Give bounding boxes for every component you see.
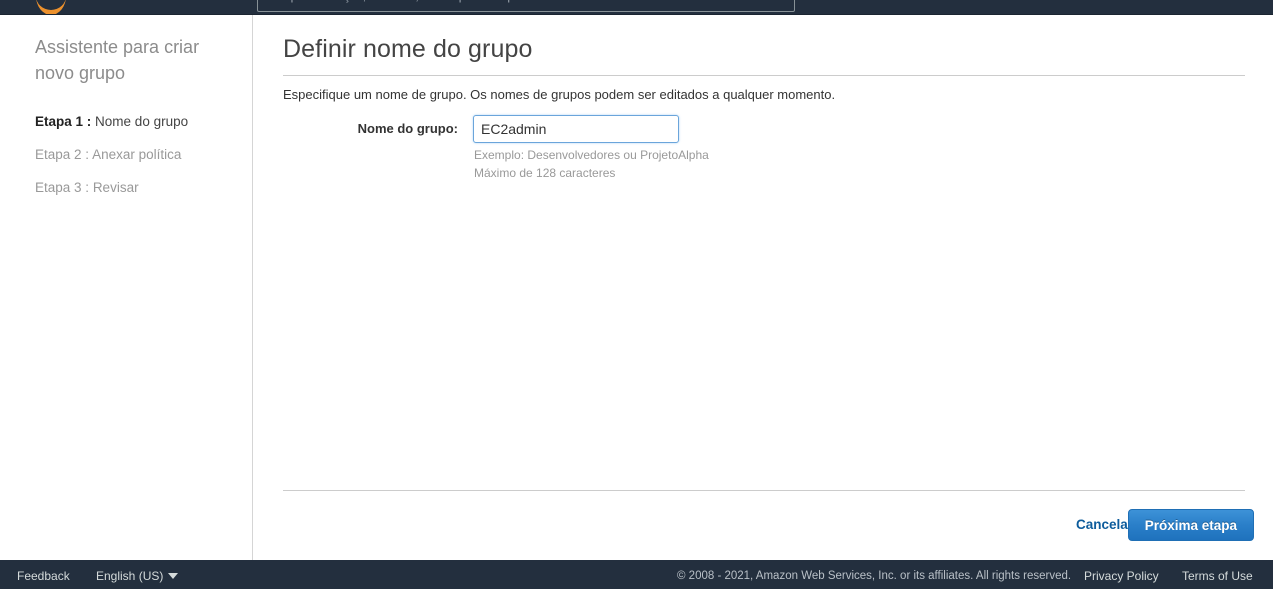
language-selector[interactable]: English (US): [96, 569, 179, 583]
next-step-button[interactable]: Próxima etapa: [1127, 509, 1254, 541]
terms-of-use-link[interactable]: Terms of Use: [1182, 569, 1253, 583]
sidebar-step-3-label: Revisar: [92, 180, 139, 195]
wizard-sidebar: Assistente para criar novo grupo Etapa 1…: [0, 15, 252, 560]
sidebar-step-3[interactable]: Etapa 3 : Revisar: [35, 180, 139, 195]
page-footer: Feedback English (US) © 2008 - 2021, Ama…: [0, 560, 1273, 589]
feedback-link[interactable]: Feedback: [17, 569, 70, 583]
page-title: Definir nome do grupo: [283, 35, 533, 63]
language-selector-label: English (US): [96, 569, 164, 583]
main-content: Definir nome do grupo Especifique um nom…: [253, 15, 1273, 560]
sidebar-step-2-label: Anexar política: [92, 147, 182, 162]
group-name-input[interactable]: [473, 115, 679, 143]
page-description: Especifique um nome de grupo. Os nomes d…: [283, 87, 836, 102]
sidebar-step-2-number: Etapa 2 :: [35, 147, 90, 162]
actions-divider: [283, 490, 1245, 491]
top-navigation-bar: Pesquise serviços, recursos, marketplace…: [0, 0, 1273, 14]
global-search-input[interactable]: Pesquise serviços, recursos, marketplace…: [266, 0, 633, 3]
global-search-box[interactable]: Pesquise serviços, recursos, marketplace…: [257, 0, 795, 12]
sidebar-step-2[interactable]: Etapa 2 : Anexar política: [35, 147, 181, 162]
caret-down-icon: [168, 572, 179, 579]
aws-logo-icon[interactable]: [36, 0, 70, 14]
privacy-policy-link[interactable]: Privacy Policy: [1084, 569, 1159, 583]
cancel-button[interactable]: Cancelar: [1076, 517, 1133, 532]
group-name-label: Nome do grupo:: [357, 121, 458, 136]
sidebar-step-3-number: Etapa 3 :: [35, 180, 90, 195]
group-name-hint-example: Exemplo: Desenvolvedores ou ProjetoAlpha: [474, 148, 709, 162]
aws-logo-smile-icon: [36, 0, 66, 14]
wizard-title: Assistente para criar novo grupo: [35, 37, 200, 83]
page-body: Assistente para criar novo grupo Etapa 1…: [0, 15, 1273, 560]
heading-divider: [283, 75, 1245, 76]
sidebar-step-1[interactable]: Etapa 1 : Nome do grupo: [35, 114, 188, 129]
sidebar-step-1-number: Etapa 1 :: [35, 114, 92, 129]
group-name-hint-max-length: Máximo de 128 caracteres: [474, 166, 616, 180]
copyright-text: © 2008 - 2021, Amazon Web Services, Inc.…: [677, 570, 1072, 582]
sidebar-step-1-label: Nome do grupo: [95, 114, 189, 129]
